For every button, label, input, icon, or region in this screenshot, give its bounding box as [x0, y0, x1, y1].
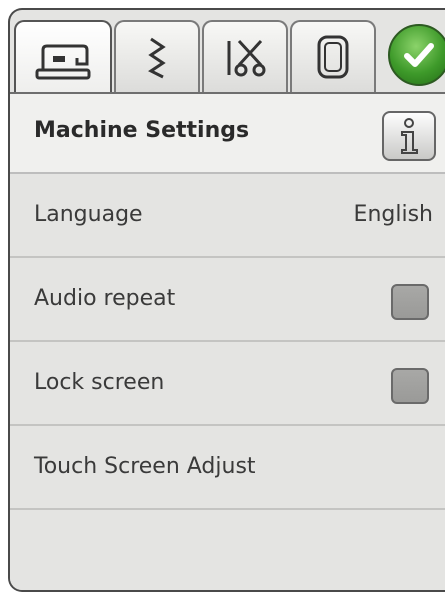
lock-screen-label: Lock screen: [34, 370, 165, 395]
hoop-icon: [317, 35, 349, 79]
audio-repeat-label: Audio repeat: [34, 286, 176, 311]
info-icon: [401, 118, 418, 154]
sewing-machine-icon: [35, 44, 91, 80]
touch-screen-adjust-label: Touch Screen Adjust: [34, 454, 256, 479]
scissors-icon: [227, 39, 266, 77]
empty-row: [10, 510, 445, 590]
settings-header: Machine Settings: [10, 92, 445, 174]
setting-row-audio-repeat: Audio repeat: [10, 258, 445, 342]
setting-row-lock-screen: Lock screen: [10, 342, 445, 426]
tab-sewing-techniques[interactable]: [202, 20, 288, 92]
tab-bar: [10, 10, 445, 102]
tab-embroidery[interactable]: [290, 20, 376, 92]
zigzag-stitch-icon: [148, 37, 166, 79]
page-title: Machine Settings: [34, 118, 250, 143]
setting-row-language[interactable]: Language English: [10, 174, 445, 258]
tab-machine-settings[interactable]: [14, 20, 112, 102]
lock-screen-checkbox[interactable]: [391, 368, 429, 404]
language-value[interactable]: English: [354, 202, 433, 227]
language-label: Language: [34, 202, 143, 227]
audio-repeat-checkbox[interactable]: [391, 284, 429, 320]
checkmark-icon: [404, 43, 434, 67]
confirm-button[interactable]: [388, 24, 445, 86]
setting-row-touch-screen-adjust[interactable]: Touch Screen Adjust: [10, 426, 445, 510]
info-button[interactable]: [382, 111, 436, 161]
tab-stitch[interactable]: [114, 20, 200, 92]
settings-panel: Machine Settings Language English Audio …: [8, 8, 445, 592]
